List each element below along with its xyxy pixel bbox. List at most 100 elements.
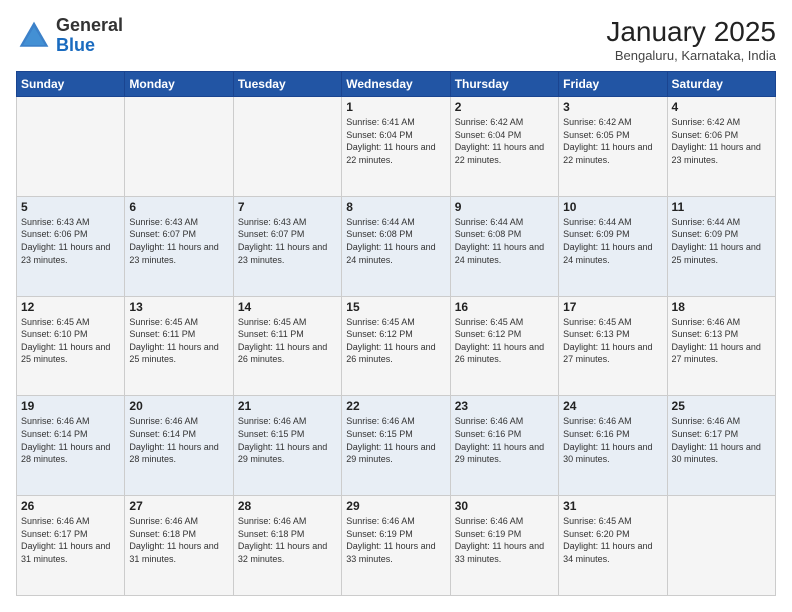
logo: General Blue [16, 16, 123, 56]
day-number: 6 [129, 200, 228, 214]
day-info: Sunrise: 6:45 AM Sunset: 6:11 PM Dayligh… [238, 316, 337, 366]
header: General Blue January 2025 Bengaluru, Kar… [16, 16, 776, 63]
day-number: 15 [346, 300, 445, 314]
day-info: Sunrise: 6:44 AM Sunset: 6:09 PM Dayligh… [563, 216, 662, 266]
day-number: 25 [672, 399, 771, 413]
calendar-week-row: 5 Sunrise: 6:43 AM Sunset: 6:06 PM Daylig… [17, 196, 776, 296]
weekday-header: Wednesday [342, 72, 450, 97]
day-number: 20 [129, 399, 228, 413]
day-number: 23 [455, 399, 554, 413]
day-number: 3 [563, 100, 662, 114]
calendar-week-row: 1 Sunrise: 6:41 AM Sunset: 6:04 PM Daylig… [17, 97, 776, 197]
weekday-header: Friday [559, 72, 667, 97]
calendar-cell: 2Sunrise: 6:42 AM Sunset: 6:04 PM Daylig… [450, 97, 558, 197]
day-info: Sunrise: 6:44 AM Sunset: 6:08 PM Dayligh… [346, 216, 445, 266]
calendar-cell: 25 Sunrise: 6:46 AM Sunset: 6:17 PM Dayli… [667, 396, 775, 496]
day-info: Sunrise: 6:46 AM Sunset: 6:16 PM Dayligh… [563, 415, 662, 465]
calendar-cell: 17 Sunrise: 6:45 AM Sunset: 6:13 PM Dayli… [559, 296, 667, 396]
calendar-cell: 4 Sunrise: 6:42 AM Sunset: 6:06 PM Daylig… [667, 97, 775, 197]
day-number: 13 [129, 300, 228, 314]
day-info: Sunrise: 6:43 AM Sunset: 6:06 PM Dayligh… [21, 216, 120, 266]
weekday-header: Monday [125, 72, 233, 97]
calendar-cell [17, 97, 125, 197]
day-info: Sunrise: 6:46 AM Sunset: 6:14 PM Dayligh… [129, 415, 228, 465]
day-number: 28 [238, 499, 337, 513]
calendar-cell: 11Sunrise: 6:44 AM Sunset: 6:09 PM Dayli… [667, 196, 775, 296]
calendar-cell: 13 Sunrise: 6:45 AM Sunset: 6:11 PM Dayli… [125, 296, 233, 396]
calendar-body: 1 Sunrise: 6:41 AM Sunset: 6:04 PM Daylig… [17, 97, 776, 596]
calendar: SundayMondayTuesdayWednesdayThursdayFrid… [16, 71, 776, 596]
day-info: Sunrise: 6:45 AM Sunset: 6:10 PM Dayligh… [21, 316, 120, 366]
day-number: 10 [563, 200, 662, 214]
calendar-cell: 6 Sunrise: 6:43 AM Sunset: 6:07 PM Daylig… [125, 196, 233, 296]
calendar-cell: 19Sunrise: 6:46 AM Sunset: 6:14 PM Dayli… [17, 396, 125, 496]
calendar-cell: 1 Sunrise: 6:41 AM Sunset: 6:04 PM Daylig… [342, 97, 450, 197]
day-info: Sunrise: 6:46 AM Sunset: 6:14 PM Dayligh… [21, 415, 120, 465]
calendar-cell: 22Sunrise: 6:46 AM Sunset: 6:15 PM Dayli… [342, 396, 450, 496]
day-info: Sunrise: 6:46 AM Sunset: 6:17 PM Dayligh… [672, 415, 771, 465]
day-number: 21 [238, 399, 337, 413]
calendar-cell: 18Sunrise: 6:46 AM Sunset: 6:13 PM Dayli… [667, 296, 775, 396]
day-info: Sunrise: 6:46 AM Sunset: 6:19 PM Dayligh… [455, 515, 554, 565]
day-info: Sunrise: 6:46 AM Sunset: 6:18 PM Dayligh… [238, 515, 337, 565]
day-info: Sunrise: 6:46 AM Sunset: 6:16 PM Dayligh… [455, 415, 554, 465]
logo-text: General Blue [56, 16, 123, 56]
day-number: 31 [563, 499, 662, 513]
day-number: 5 [21, 200, 120, 214]
calendar-cell: 23 Sunrise: 6:46 AM Sunset: 6:16 PM Dayli… [450, 396, 558, 496]
day-info: Sunrise: 6:45 AM Sunset: 6:20 PM Dayligh… [563, 515, 662, 565]
day-number: 1 [346, 100, 445, 114]
day-info: Sunrise: 6:46 AM Sunset: 6:15 PM Dayligh… [238, 415, 337, 465]
day-info: Sunrise: 6:44 AM Sunset: 6:09 PM Dayligh… [672, 216, 771, 266]
day-info: Sunrise: 6:45 AM Sunset: 6:12 PM Dayligh… [346, 316, 445, 366]
calendar-cell [233, 97, 341, 197]
day-number: 17 [563, 300, 662, 314]
day-info: Sunrise: 6:45 AM Sunset: 6:11 PM Dayligh… [129, 316, 228, 366]
logo-blue: Blue [56, 35, 95, 55]
weekday-header: Thursday [450, 72, 558, 97]
day-info: Sunrise: 6:46 AM Sunset: 6:19 PM Dayligh… [346, 515, 445, 565]
calendar-cell [667, 496, 775, 596]
weekday-row: SundayMondayTuesdayWednesdayThursdayFrid… [17, 72, 776, 97]
calendar-cell: 7Sunrise: 6:43 AM Sunset: 6:07 PM Daylig… [233, 196, 341, 296]
calendar-cell: 15 Sunrise: 6:45 AM Sunset: 6:12 PM Dayli… [342, 296, 450, 396]
calendar-cell: 12Sunrise: 6:45 AM Sunset: 6:10 PM Dayli… [17, 296, 125, 396]
calendar-cell: 5 Sunrise: 6:43 AM Sunset: 6:06 PM Daylig… [17, 196, 125, 296]
calendar-cell: 21 Sunrise: 6:46 AM Sunset: 6:15 PM Dayli… [233, 396, 341, 496]
calendar-cell: 10 Sunrise: 6:44 AM Sunset: 6:09 PM Dayli… [559, 196, 667, 296]
day-number: 8 [346, 200, 445, 214]
calendar-cell: 14Sunrise: 6:45 AM Sunset: 6:11 PM Dayli… [233, 296, 341, 396]
calendar-header: SundayMondayTuesdayWednesdayThursdayFrid… [17, 72, 776, 97]
logo-icon [16, 18, 52, 54]
day-number: 30 [455, 499, 554, 513]
day-info: Sunrise: 6:42 AM Sunset: 6:06 PM Dayligh… [672, 116, 771, 166]
day-info: Sunrise: 6:46 AM Sunset: 6:17 PM Dayligh… [21, 515, 120, 565]
calendar-cell: 30 Sunrise: 6:46 AM Sunset: 6:19 PM Dayli… [450, 496, 558, 596]
day-number: 24 [563, 399, 662, 413]
logo-general: General [56, 15, 123, 35]
calendar-cell: 28 Sunrise: 6:46 AM Sunset: 6:18 PM Dayli… [233, 496, 341, 596]
location: Bengaluru, Karnataka, India [606, 48, 776, 63]
day-info: Sunrise: 6:43 AM Sunset: 6:07 PM Dayligh… [129, 216, 228, 266]
day-info: Sunrise: 6:41 AM Sunset: 6:04 PM Dayligh… [346, 116, 445, 166]
day-info: Sunrise: 6:42 AM Sunset: 6:04 PM Dayligh… [455, 116, 554, 166]
day-number: 27 [129, 499, 228, 513]
calendar-cell: 24 Sunrise: 6:46 AM Sunset: 6:16 PM Dayli… [559, 396, 667, 496]
calendar-cell: 16Sunrise: 6:45 AM Sunset: 6:12 PM Dayli… [450, 296, 558, 396]
day-info: Sunrise: 6:45 AM Sunset: 6:13 PM Dayligh… [563, 316, 662, 366]
calendar-cell: 20 Sunrise: 6:46 AM Sunset: 6:14 PM Dayli… [125, 396, 233, 496]
calendar-cell: 27Sunrise: 6:46 AM Sunset: 6:18 PM Dayli… [125, 496, 233, 596]
day-number: 22 [346, 399, 445, 413]
weekday-header: Saturday [667, 72, 775, 97]
day-number: 7 [238, 200, 337, 214]
day-info: Sunrise: 6:44 AM Sunset: 6:08 PM Dayligh… [455, 216, 554, 266]
calendar-cell: 26Sunrise: 6:46 AM Sunset: 6:17 PM Dayli… [17, 496, 125, 596]
weekday-header: Tuesday [233, 72, 341, 97]
day-number: 4 [672, 100, 771, 114]
day-info: Sunrise: 6:46 AM Sunset: 6:13 PM Dayligh… [672, 316, 771, 366]
calendar-cell: 8 Sunrise: 6:44 AM Sunset: 6:08 PM Daylig… [342, 196, 450, 296]
calendar-cell: 3 Sunrise: 6:42 AM Sunset: 6:05 PM Daylig… [559, 97, 667, 197]
day-info: Sunrise: 6:42 AM Sunset: 6:05 PM Dayligh… [563, 116, 662, 166]
calendar-cell [125, 97, 233, 197]
day-number: 29 [346, 499, 445, 513]
